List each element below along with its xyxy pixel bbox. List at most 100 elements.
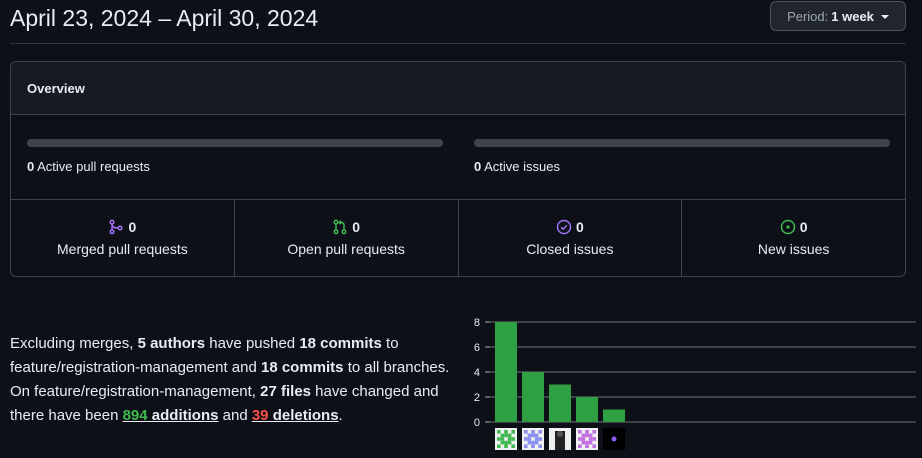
issue-closed-icon (556, 219, 572, 235)
avatar-glyph (588, 437, 593, 441)
active-pull-requests-link[interactable]: 0 Active pull requests (27, 159, 150, 174)
avatar-glyph (585, 430, 589, 434)
bar-author-3 (549, 384, 571, 422)
avatar-glyph (500, 433, 505, 438)
stat-closed-count: 0 (575, 219, 584, 235)
deletions-link[interactable]: 39 deletions (252, 407, 339, 424)
bar-author-5 (603, 409, 625, 422)
avatar-glyph (585, 440, 589, 445)
deletions-count: 39 (251, 407, 269, 424)
active-issues-bar (474, 139, 890, 147)
avatar-glyph (524, 430, 528, 434)
avatar-glyph (500, 440, 505, 445)
avatar-glyph (592, 430, 596, 434)
active-issues-link[interactable]: 0 Active issues (474, 159, 560, 174)
avatar-glyph (527, 440, 532, 445)
avatar-glyph (524, 437, 528, 441)
date-range-title: April 23, 2024 – April 30, 2024 (10, 5, 319, 31)
avatar-glyph (507, 440, 512, 445)
commits-by-author-chart: 0 2 4 6 8 (474, 317, 916, 450)
issue-opened-icon (780, 219, 795, 235)
avatar-glyph (534, 440, 539, 445)
active-pull-requests-bar (27, 139, 443, 147)
avatar-glyph (578, 437, 582, 441)
avatar-glyph (507, 433, 512, 438)
active-pull-requests-label: Active pull requests (37, 159, 150, 174)
stat-merged-count: 0 (128, 219, 137, 235)
avatar-glyph (504, 430, 508, 434)
active-issues-label: Active issues (484, 159, 561, 174)
avatar-glyph (578, 430, 582, 434)
avatar-glyph (592, 437, 596, 441)
summary-text: and (218, 407, 252, 424)
period-label: Period: (787, 8, 829, 24)
avatar-glyph (581, 433, 586, 438)
active-pull-requests-count: 0 (27, 159, 35, 174)
avatar-glyph (500, 437, 505, 441)
active-row: 0 Active pull requests 0 Active issues (11, 115, 905, 200)
summary-commits-all: 18 commits (260, 359, 344, 376)
additions-label: additions (147, 407, 219, 424)
avatar-glyph (511, 437, 515, 441)
avatar-glyph (497, 444, 501, 448)
commit-summary: Excluding merges, 5 authors have pushed … (10, 332, 460, 428)
bar-author-4 (576, 397, 598, 422)
avatar-glyph (534, 437, 539, 441)
summary-authors: 5 authors (137, 335, 206, 352)
avatar-glyph (538, 444, 542, 448)
avatar-glyph (497, 430, 501, 434)
stats-row: 0 Merged pull requests 0 Open pull reque… (11, 200, 905, 276)
overview-title: Overview (11, 62, 905, 115)
avatar-glyph (581, 437, 586, 441)
avatar-glyph (524, 444, 528, 448)
overview-panel: Overview 0 Active pull requests 0 Active… (10, 61, 906, 277)
avatar-glyph (581, 440, 586, 445)
avatar-glyph (504, 433, 508, 438)
avatar-glyph (531, 444, 535, 448)
deletions-label: deletions (268, 407, 339, 424)
avatar-glyph (511, 430, 515, 434)
avatar-glyph (538, 430, 542, 434)
stat-new-count: 0 (799, 219, 808, 235)
period-dropdown-button[interactable]: Period: 1 week (770, 1, 906, 31)
merge-icon (109, 219, 124, 235)
y-tick-label: 4 (474, 367, 480, 379)
summary-text: have pushed (205, 335, 300, 352)
stat-new-issues[interactable]: 0 New issues (682, 200, 905, 276)
avatar-glyph (527, 433, 532, 438)
avatar-glyph (588, 433, 593, 438)
avatar-glyph (504, 444, 508, 448)
avatar-glyph (538, 437, 542, 441)
avatar-glyph (531, 433, 535, 438)
stat-open-count: 0 (352, 219, 361, 235)
avatar-glyph (588, 440, 593, 445)
stat-merged-label: Merged pull requests (57, 241, 188, 257)
avatar-glyph (507, 437, 512, 441)
avatar-glyph (527, 437, 532, 441)
pull-request-icon (333, 219, 347, 235)
summary-commits-branch: 18 commits (299, 335, 382, 352)
y-tick-label: 8 (474, 317, 480, 329)
stat-merged-pull-requests[interactable]: 0 Merged pull requests (11, 200, 235, 276)
period-value: 1 week (831, 8, 874, 24)
additions-link[interactable]: 894 additions (123, 407, 219, 424)
summary-files: 27 files (260, 383, 312, 400)
y-tick-label: 2 (474, 392, 480, 404)
stat-open-pull-requests[interactable]: 0 Open pull requests (235, 200, 459, 276)
caret-down-icon (880, 14, 889, 19)
active-issues-count: 0 (474, 159, 482, 174)
avatar-glyph (531, 430, 535, 434)
stat-closed-label: Closed issues (526, 241, 614, 257)
avatar-glyph (578, 444, 582, 448)
additions-count: 894 (122, 407, 148, 424)
avatar-glyph (592, 444, 596, 448)
avatar-glyph (497, 437, 501, 441)
page-header: April 23, 2024 – April 30, 2024 Period: … (10, 0, 906, 44)
avatar-glyph (557, 431, 563, 437)
summary-text: Excluding merges, (10, 335, 138, 352)
bar-author-2 (522, 372, 544, 422)
stat-closed-issues[interactable]: 0 Closed issues (459, 200, 683, 276)
y-tick-label: 6 (474, 342, 480, 354)
summary-text: . (338, 407, 343, 424)
bar-author-1 (495, 322, 517, 422)
